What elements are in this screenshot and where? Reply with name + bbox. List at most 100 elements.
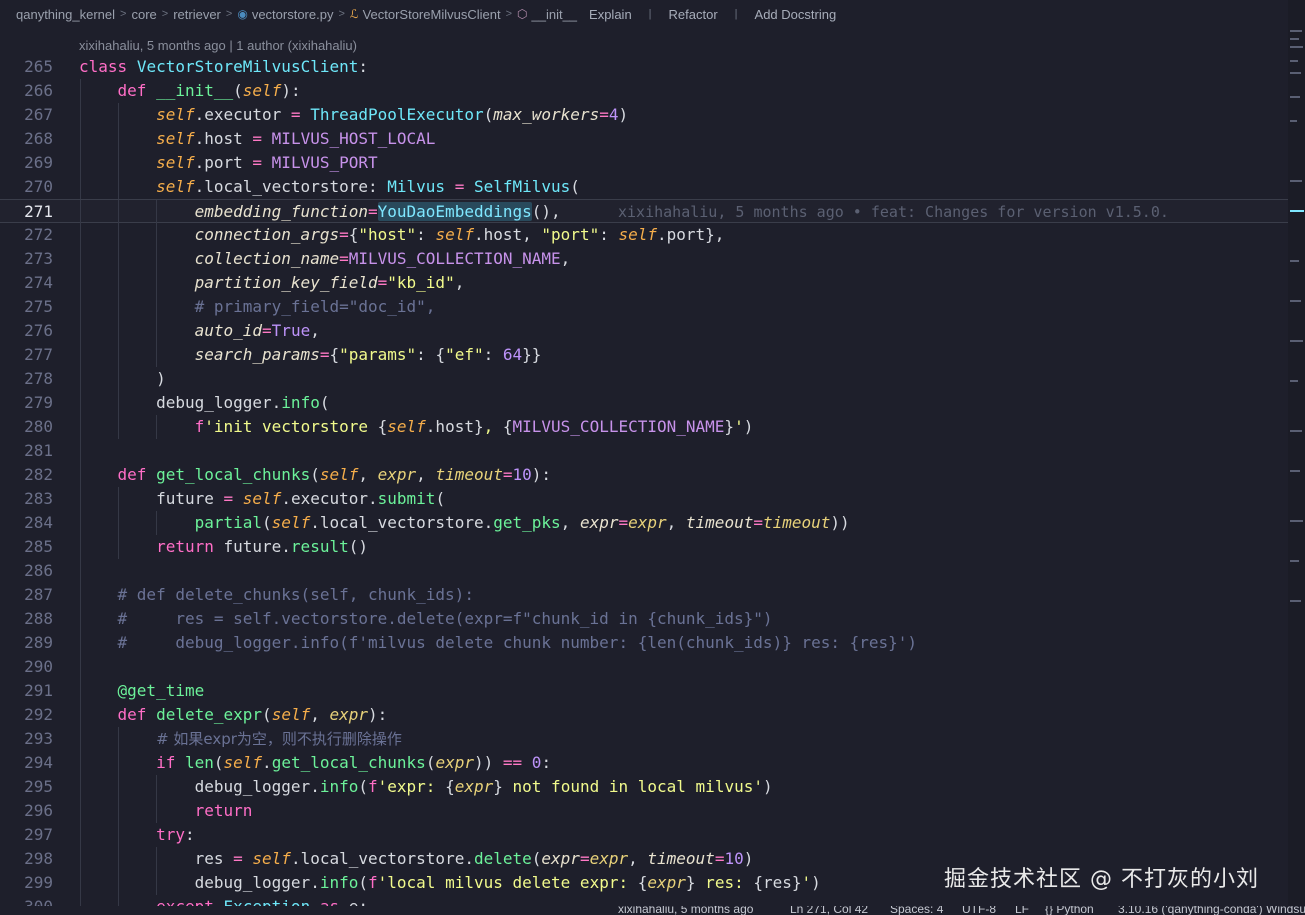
line-number: 276 <box>24 321 53 340</box>
breadcrumb-item-folder[interactable]: qanything_kernel <box>16 7 115 22</box>
line-number: 281 <box>24 441 53 460</box>
status-cursor-position[interactable]: Ln 271, Col 42 <box>790 906 868 915</box>
minimap[interactable] <box>1288 0 1305 915</box>
status-interpreter[interactable]: 3.10.16 ('qanything-conda') <box>1118 906 1263 915</box>
class-symbol-icon: ℒ <box>349 7 359 21</box>
line-number: 291 <box>24 681 53 700</box>
code-line[interactable]: 265 class VectorStoreMilvusClient: <box>0 55 1288 79</box>
status-encoding[interactable]: UTF-8 <box>962 906 996 915</box>
line-number: 266 <box>24 81 53 100</box>
code-line[interactable]: 288 # res = self.vectorstore.delete(expr… <box>0 607 1288 631</box>
code-line[interactable]: 275 # primary_field="doc_id", <box>0 295 1288 319</box>
line-number: 269 <box>24 153 53 172</box>
line-number: 275 <box>24 297 53 316</box>
line-number: 286 <box>24 561 53 580</box>
status-indentation[interactable]: Spaces: 4 <box>890 906 943 915</box>
refactor-codelens[interactable]: Refactor <box>669 7 718 22</box>
code-line[interactable]: 272 connection_args={"host": self.host, … <box>0 223 1288 247</box>
code-line[interactable]: 283 future = self.executor.submit( <box>0 487 1288 511</box>
code-line[interactable]: 294 if len(self.get_local_chunks(expr)) … <box>0 751 1288 775</box>
code-line[interactable]: 286 <box>0 559 1288 583</box>
blame-codelens[interactable]: xixihahaliu, 5 months ago | 1 author (xi… <box>79 35 357 57</box>
code-line[interactable]: 277 search_params={"params": {"ef": 64}} <box>0 343 1288 367</box>
line-number: 265 <box>24 57 53 76</box>
code-line[interactable]: 284 partial(self.local_vectorstore.get_p… <box>0 511 1288 535</box>
line-number: 284 <box>24 513 53 532</box>
breadcrumb: qanything_kernel > core > retriever > ◉ … <box>0 0 1288 28</box>
breadcrumb-item-method[interactable]: __init__ <box>531 7 577 22</box>
line-number: 294 <box>24 753 53 772</box>
code-line[interactable]: 269 self.port = MILVUS_PORT <box>0 151 1288 175</box>
python-file-icon: ◉ <box>237 7 248 21</box>
class-name: VectorStoreMilvusClient <box>136 57 359 76</box>
code-line[interactable]: 273 collection_name=MILVUS_COLLECTION_NA… <box>0 247 1288 271</box>
line-number: 280 <box>24 417 53 436</box>
line-number: 296 <box>24 801 53 820</box>
code-line[interactable]: 282 def get_local_chunks(self, expr, tim… <box>0 463 1288 487</box>
code-line[interactable]: 290 <box>0 655 1288 679</box>
line-number: 273 <box>24 249 53 268</box>
code-line[interactable]: 279 debug_logger.info( <box>0 391 1288 415</box>
line-number: 271 <box>24 202 53 221</box>
breadcrumb-item-class[interactable]: VectorStoreMilvusClient <box>363 7 501 22</box>
code-line[interactable]: 270 self.local_vectorstore: Milvus = Sel… <box>0 175 1288 199</box>
line-number: 287 <box>24 585 53 604</box>
line-number: 289 <box>24 633 53 652</box>
line-number: 299 <box>24 873 53 892</box>
line-number: 292 <box>24 705 53 724</box>
chevron-right-icon: > <box>161 8 169 20</box>
add-docstring-codelens[interactable]: Add Docstring <box>755 7 837 22</box>
embedding-class-highlight: YouDaoEmbeddings <box>377 202 532 221</box>
code-line[interactable]: 292 def delete_expr(self, expr): <box>0 703 1288 727</box>
code-line[interactable]: 267 self.executor = ThreadPoolExecutor(m… <box>0 103 1288 127</box>
method-symbol-icon: ⬡ <box>517 7 528 21</box>
code-line[interactable]: 291 @get_time <box>0 679 1288 703</box>
code-line[interactable]: 278 ) <box>0 367 1288 391</box>
code-line[interactable]: 289 # debug_logger.info(f'milvus delete … <box>0 631 1288 655</box>
code-line[interactable]: 293 # 如果expr为空，则不执行删除操作 <box>0 727 1288 751</box>
inline-blame: xixihahaliu, 5 months ago • feat: Change… <box>618 203 1169 221</box>
breadcrumb-item-file[interactable]: vectorstore.py <box>252 7 334 22</box>
line-number: 274 <box>24 273 53 292</box>
breadcrumb-item-folder[interactable]: core <box>131 7 156 22</box>
explain-codelens[interactable]: Explain <box>589 7 632 22</box>
code-editor[interactable]: xixihahaliu, 5 months ago | 1 author (xi… <box>0 34 1288 915</box>
code-line[interactable]: 268 self.host = MILVUS_HOST_LOCAL <box>0 127 1288 151</box>
line-number: 285 <box>24 537 53 556</box>
chevron-right-icon: > <box>225 8 233 20</box>
line-number: 277 <box>24 345 53 364</box>
line-number: 297 <box>24 825 53 844</box>
separator: | <box>734 8 738 20</box>
line-number: 288 <box>24 609 53 628</box>
code-line[interactable]: 276 auto_id=True, <box>0 319 1288 343</box>
watermark: 掘金技术社区 @ 不打灰的小刘 <box>944 867 1259 892</box>
code-line[interactable]: 274 partition_key_field="kb_id", <box>0 271 1288 295</box>
line-number: 279 <box>24 393 53 412</box>
status-eol[interactable]: LF <box>1015 906 1029 915</box>
chinese-comment: # 如果expr为空，则不执行删除操作 <box>156 730 402 748</box>
status-bar: xixihahaliu, 5 months ago Ln 271, Col 42… <box>0 906 1305 915</box>
line-number: 282 <box>24 465 53 484</box>
line-number: 278 <box>24 369 53 388</box>
code-line[interactable]: 297 try: <box>0 823 1288 847</box>
line-number: 270 <box>24 177 53 196</box>
code-line[interactable]: 295 debug_logger.info(f'expr: {expr} not… <box>0 775 1288 799</box>
status-extra[interactable]: Windsurf <box>1266 906 1305 915</box>
code-line[interactable]: 285 return future.result() <box>0 535 1288 559</box>
code-line-current[interactable]: 271 embedding_function=YouDaoEmbeddings(… <box>0 199 1288 224</box>
status-blame[interactable]: xixihahaliu, 5 months ago <box>618 906 753 915</box>
chevron-right-icon: > <box>505 8 512 20</box>
status-language[interactable]: {} Python <box>1045 906 1094 915</box>
line-number: 267 <box>24 105 53 124</box>
code-line[interactable]: 280 f'init vectorstore {self.host}, {MIL… <box>0 415 1288 439</box>
line-number: 295 <box>24 777 53 796</box>
line-number: 283 <box>24 489 53 508</box>
code-line[interactable]: 266 def __init__(self): <box>0 79 1288 103</box>
code-line[interactable]: 281 <box>0 439 1288 463</box>
code-line[interactable]: 296 return <box>0 799 1288 823</box>
breadcrumb-item-folder[interactable]: retriever <box>173 7 221 22</box>
separator: | <box>648 8 652 20</box>
chevron-right-icon: > <box>120 8 127 20</box>
line-number: 298 <box>24 849 53 868</box>
code-line[interactable]: 287 # def delete_chunks(self, chunk_ids)… <box>0 583 1288 607</box>
